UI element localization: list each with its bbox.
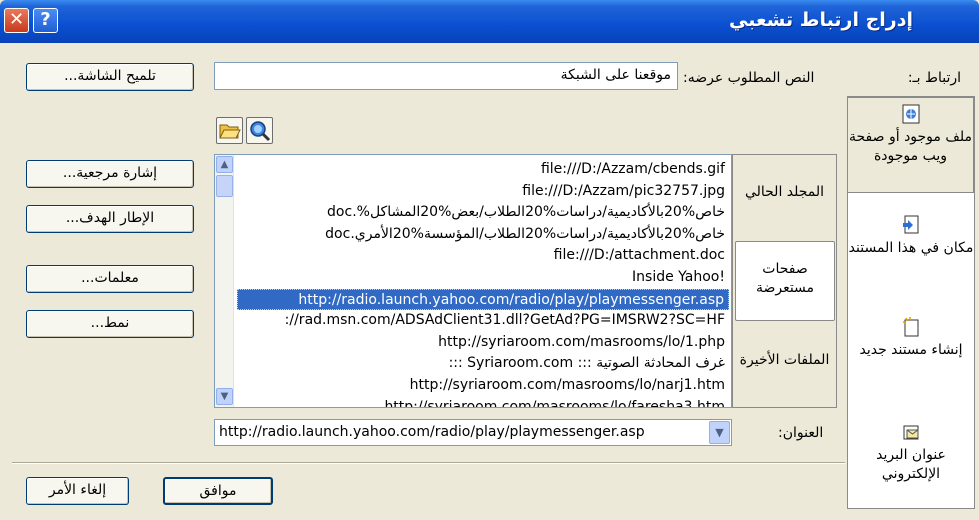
list-item[interactable]: http://radio.launch.yahoo.com/radio/play… bbox=[237, 288, 729, 311]
close-button[interactable]: ✕ bbox=[4, 8, 29, 33]
list-item[interactable]: http://syriaroom.com/masrooms/lo/1.php bbox=[237, 332, 729, 354]
look-in-tabs: المجلد الحالي صفحات مستعرضة الملفات الأخ… bbox=[732, 154, 837, 408]
tab-recent-files[interactable]: الملفات الأخيرة bbox=[733, 351, 836, 370]
web-page-icon bbox=[902, 104, 919, 124]
list-item[interactable]: غرف المحادثة الصوتية ::: Syriaroom.com :… bbox=[237, 353, 729, 375]
address-value: http://radio.launch.yahoo.com/radio/play… bbox=[219, 424, 645, 440]
link-create-new-document-button[interactable]: إنشاء مستند جديد bbox=[848, 317, 974, 360]
link-place-in-document-button[interactable]: مكان في هذا المستند bbox=[848, 215, 974, 258]
window-title: إدراج ارتباط تشعبي bbox=[728, 9, 913, 31]
tab-browsed-pages[interactable]: صفحات مستعرضة bbox=[735, 241, 835, 321]
link-to-bar: ملف موجود أو صفحة ويب موجودة مكان في هذا… bbox=[847, 96, 975, 509]
list-item[interactable]: file:///D:/Azzam/pic32757.jpg bbox=[237, 181, 729, 203]
list-scrollbar[interactable]: ▲ ▼ bbox=[215, 155, 234, 407]
address-label: العنوان: bbox=[778, 425, 824, 441]
scroll-down-button[interactable]: ▼ bbox=[216, 388, 233, 405]
link-create-new-document-label: إنشاء مستند جديد bbox=[859, 342, 963, 358]
browse-file-button[interactable] bbox=[216, 117, 243, 144]
link-place-in-document-label: مكان في هذا المستند bbox=[848, 240, 974, 256]
open-folder-icon bbox=[219, 124, 241, 139]
help-button[interactable]: ? bbox=[33, 8, 58, 33]
scroll-up-button[interactable]: ▲ bbox=[216, 156, 233, 173]
link-existing-file-button[interactable]: ملف موجود أو صفحة ويب موجودة bbox=[848, 97, 974, 193]
list-item[interactable]: http://syriaroom.com/masrooms/lo/faresha… bbox=[237, 397, 729, 407]
browse-web-button[interactable] bbox=[246, 117, 273, 144]
web-search-icon bbox=[250, 121, 271, 142]
target-frame-button[interactable]: الإطار الهدف... bbox=[26, 205, 194, 233]
link-email-address-button[interactable]: عنوان البريد الإلكتروني bbox=[848, 422, 974, 484]
list-items: file:///D:/Azzam/cbends.gif file:///D:/Az… bbox=[237, 159, 729, 407]
list-item[interactable]: خاص%20بالأكاديمية/دراسات%20الطلاب/المؤسس… bbox=[237, 224, 729, 246]
new-document-icon bbox=[902, 317, 919, 337]
browsed-pages-list[interactable]: ▲ ▼ file:///D:/Azzam/cbends.gif file:///D… bbox=[214, 154, 732, 408]
ok-button[interactable]: موافق bbox=[163, 477, 273, 505]
separator bbox=[12, 462, 845, 464]
title-bar: ✕ ? إدراج ارتباط تشعبي bbox=[0, 0, 979, 43]
email-icon bbox=[903, 425, 919, 440]
chevron-down-icon[interactable]: ▼ bbox=[709, 421, 730, 444]
list-item[interactable]: خاص%20بالأكاديمية/دراسات%20الطلاب/بعض%20… bbox=[237, 202, 729, 224]
list-item[interactable]: http://syriaroom.com/masrooms/lo/narj1.h… bbox=[237, 375, 729, 397]
display-text-field[interactable]: موقعنا على الشبكة bbox=[214, 62, 678, 90]
list-item[interactable]: file:///D:/Azzam/cbends.gif bbox=[237, 159, 729, 181]
parameters-button[interactable]: معلمات... bbox=[26, 265, 194, 293]
display-text-label: النص المطلوب عرضه: bbox=[683, 70, 815, 86]
address-combobox[interactable]: http://radio.launch.yahoo.com/radio/play… bbox=[214, 419, 732, 446]
link-email-address-label: عنوان البريد الإلكتروني bbox=[876, 447, 946, 482]
link-existing-file-label: ملف موجود أو صفحة ويب موجودة bbox=[849, 129, 972, 164]
bookmark-button[interactable]: إشارة مرجعية... bbox=[26, 160, 194, 188]
list-item[interactable]: Inside Yahoo! bbox=[237, 267, 729, 289]
link-to-label: ارتباط بـ: bbox=[907, 70, 961, 86]
list-item[interactable]: file:///D:/attachment.doc bbox=[237, 245, 729, 267]
document-place-icon bbox=[903, 215, 919, 234]
screentip-button[interactable]: تلميح الشاشة... bbox=[26, 63, 194, 91]
tab-current-folder[interactable]: المجلد الحالي bbox=[733, 183, 836, 202]
list-item[interactable]: ://rad.msn.com/ADSAdClient31.dll?GetAd?P… bbox=[237, 310, 729, 332]
cancel-button[interactable]: إلغاء الأمر bbox=[26, 477, 129, 505]
scroll-thumb[interactable] bbox=[216, 175, 233, 197]
style-button[interactable]: نمط... bbox=[26, 310, 194, 338]
